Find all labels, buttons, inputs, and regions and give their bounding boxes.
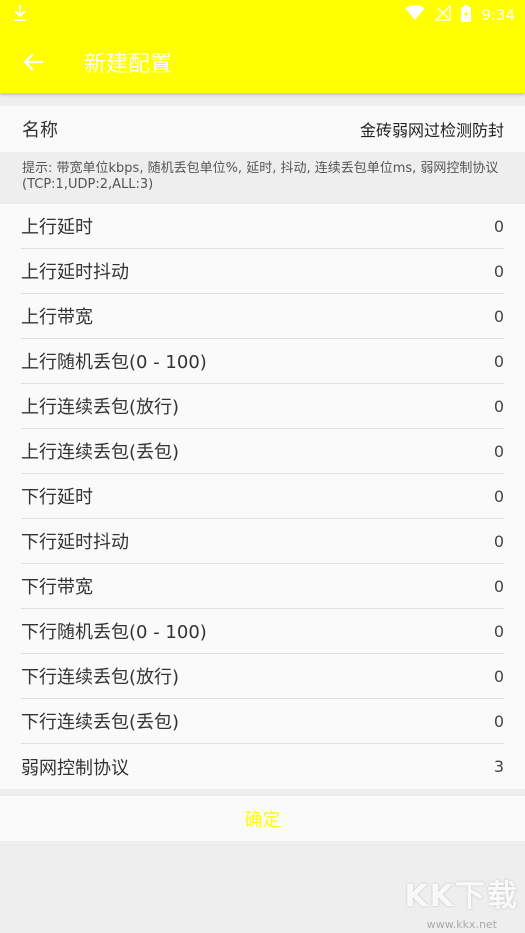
setting-label: 下行延时: [21, 487, 93, 508]
watermark-url: www.kkx.net: [426, 918, 497, 931]
setting-value[interactable]: 0: [494, 487, 504, 506]
setting-row-uplink-jitter[interactable]: 上行延时抖动 0: [21, 249, 504, 294]
setting-value[interactable]: 0: [494, 622, 504, 641]
setting-row-downlink-bandwidth[interactable]: 下行带宽 0: [21, 564, 504, 609]
name-field[interactable]: 名称 金砖弱网过检测防封: [0, 106, 525, 152]
name-value[interactable]: 金砖弱网过检测防封: [360, 117, 504, 141]
setting-value[interactable]: 0: [494, 532, 504, 551]
setting-row-downlink-jitter[interactable]: 下行延时抖动 0: [21, 519, 504, 564]
setting-label: 下行连续丢包(丢包): [21, 712, 180, 733]
confirm-button[interactable]: 确定: [0, 796, 525, 841]
setting-value[interactable]: 0: [494, 262, 504, 281]
setting-row-uplink-delay[interactable]: 上行延时 0: [21, 204, 504, 249]
page-title: 新建配置: [84, 51, 173, 77]
battery-charging-icon: [461, 4, 472, 26]
download-icon: [12, 4, 28, 26]
setting-label: 下行带宽: [21, 577, 93, 598]
setting-value[interactable]: 0: [494, 442, 504, 461]
watermark-logo: KK下载: [404, 879, 519, 914]
setting-row-downlink-burst-pass[interactable]: 下行连续丢包(放行) 0: [21, 654, 504, 699]
setting-label: 上行连续丢包(丢包): [21, 442, 180, 463]
setting-label: 下行连续丢包(放行): [21, 667, 180, 688]
setting-value[interactable]: 0: [494, 667, 504, 686]
setting-row-downlink-delay[interactable]: 下行延时 0: [21, 474, 504, 519]
setting-value[interactable]: 0: [494, 307, 504, 326]
setting-value[interactable]: 0: [494, 217, 504, 236]
setting-row-protocol[interactable]: 弱网控制协议 3: [21, 744, 504, 789]
signal-icon: [434, 4, 452, 25]
status-time: 9:34: [481, 6, 515, 24]
setting-row-uplink-burst-drop[interactable]: 上行连续丢包(丢包) 0: [21, 429, 504, 474]
setting-row-downlink-random-loss[interactable]: 下行随机丢包(0 - 100) 0: [21, 609, 504, 654]
setting-label: 下行随机丢包(0 - 100): [21, 622, 207, 643]
setting-row-uplink-burst-pass[interactable]: 上行连续丢包(放行) 0: [21, 384, 504, 429]
setting-row-downlink-burst-drop[interactable]: 下行连续丢包(丢包) 0: [21, 699, 504, 744]
settings-list: 上行延时 0 上行延时抖动 0 上行带宽 0 上行随机丢包(0 - 100) 0 上行连…: [0, 204, 525, 789]
setting-label: 上行延时: [21, 217, 93, 238]
setting-value[interactable]: 3: [494, 757, 504, 776]
setting-value[interactable]: 0: [494, 577, 504, 596]
hint-text: 提示: 带宽单位kbps, 随机丢包单位%, 延时, 抖动, 连续丢包单位ms,…: [0, 152, 525, 204]
wifi-icon: [405, 5, 426, 25]
setting-row-uplink-random-loss[interactable]: 上行随机丢包(0 - 100) 0: [21, 339, 504, 384]
app-bar: 新建配置: [0, 30, 525, 93]
name-label: 名称: [22, 120, 58, 141]
setting-label: 上行延时抖动: [21, 262, 129, 283]
arrow-back-icon[interactable]: [20, 48, 48, 76]
setting-label: 上行连续丢包(放行): [21, 397, 180, 418]
status-bar: 9:34: [0, 0, 525, 30]
setting-value[interactable]: 0: [494, 712, 504, 731]
setting-value[interactable]: 0: [494, 397, 504, 416]
setting-row-uplink-bandwidth[interactable]: 上行带宽 0: [21, 294, 504, 339]
setting-value[interactable]: 0: [494, 352, 504, 371]
setting-label: 上行随机丢包(0 - 100): [21, 352, 207, 373]
setting-label: 下行延时抖动: [21, 532, 129, 553]
setting-label: 上行带宽: [21, 307, 93, 328]
setting-label: 弱网控制协议: [21, 757, 129, 779]
